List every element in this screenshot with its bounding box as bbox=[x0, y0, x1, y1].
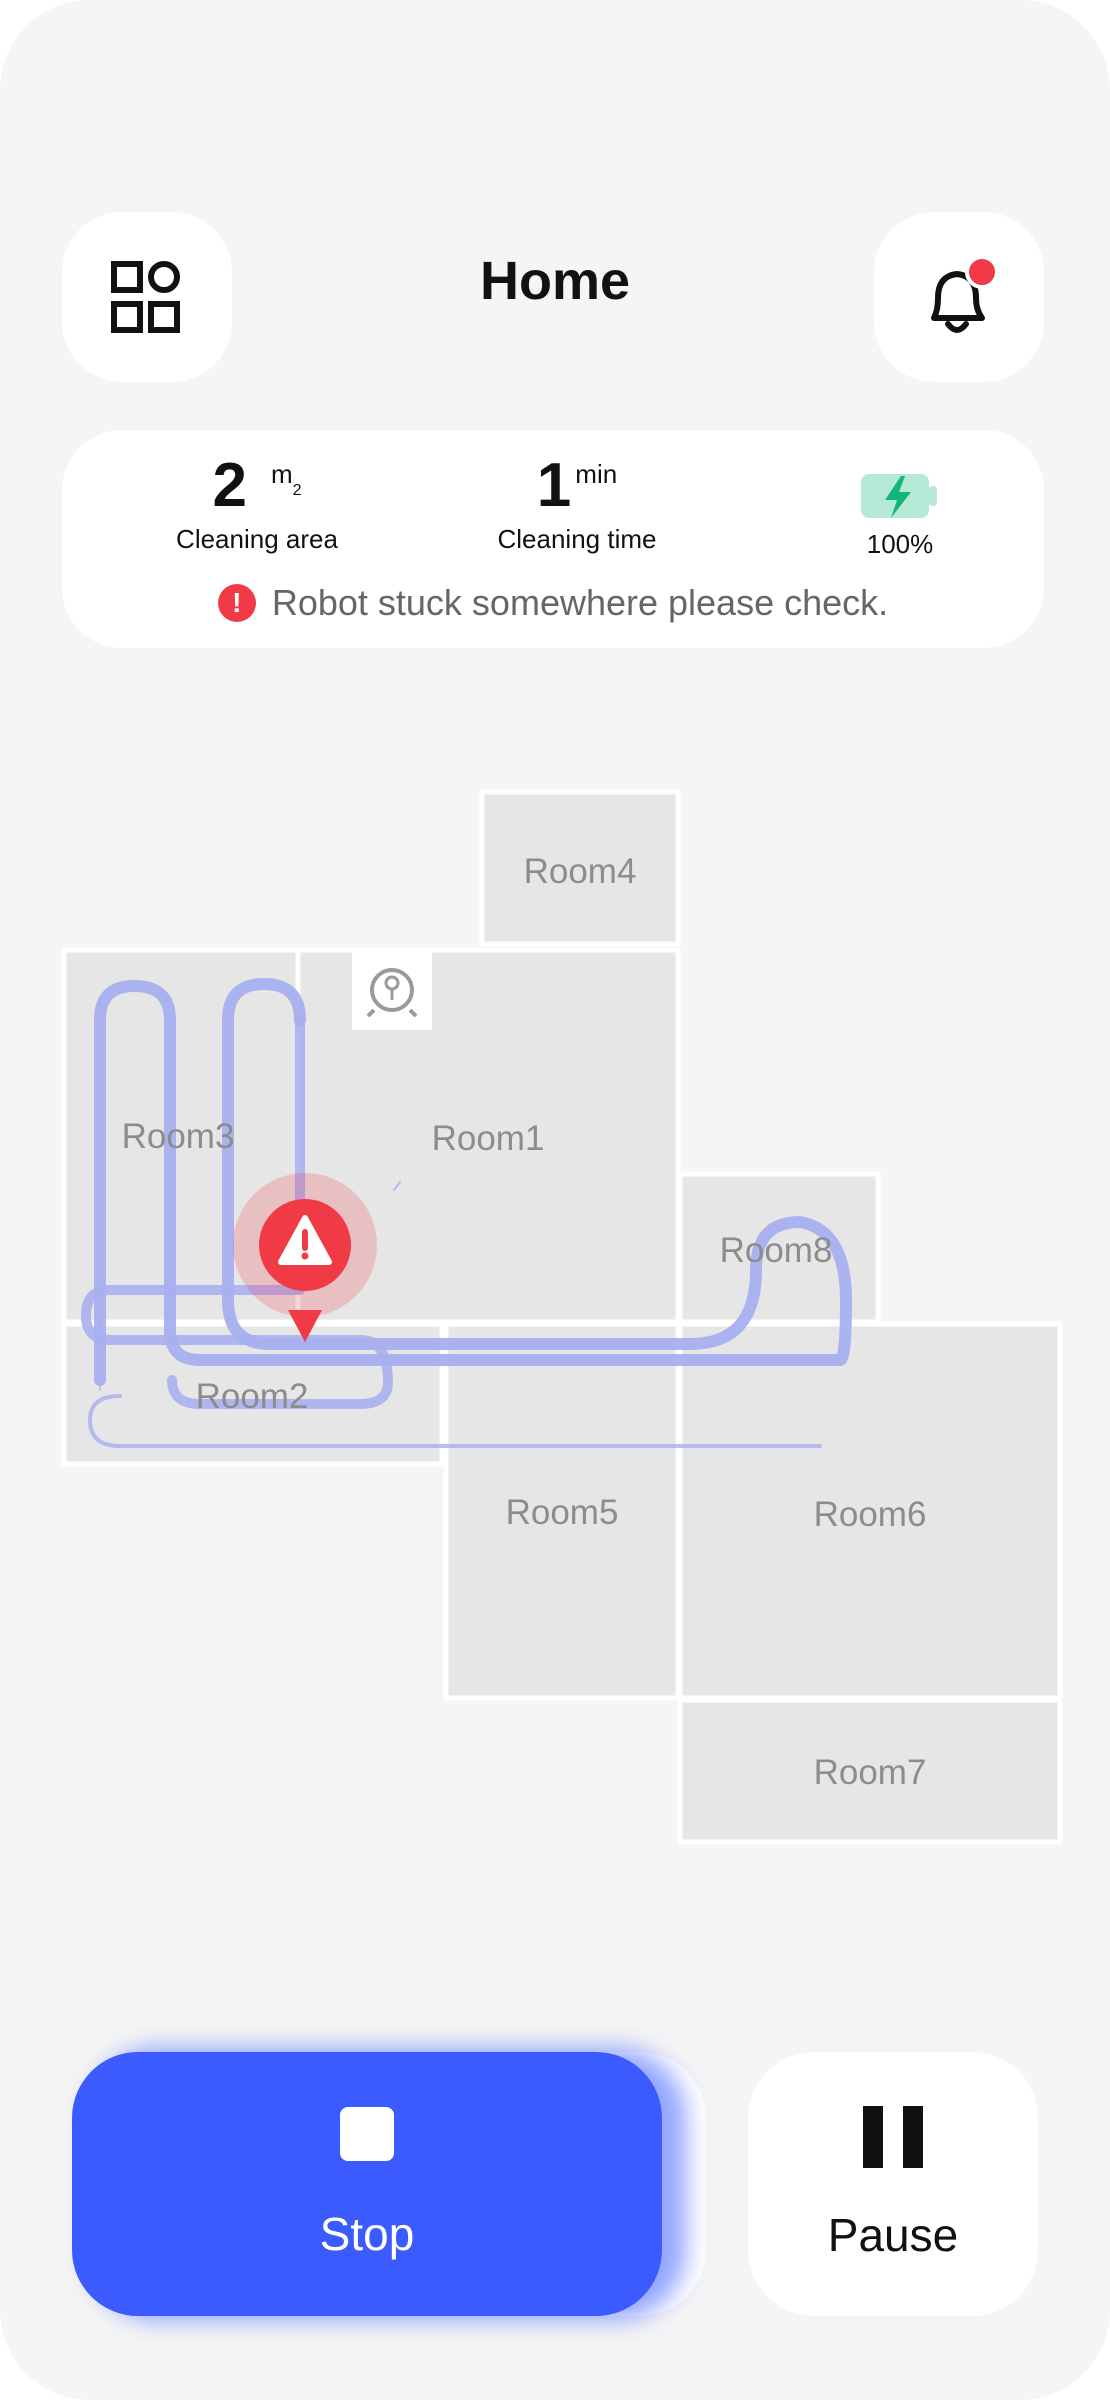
room-8-label: Room8 bbox=[720, 1231, 833, 1270]
screen: Home 2 m2 Cleaning area 1 min Cleaning tim… bbox=[0, 0, 1110, 2400]
pause-icon bbox=[863, 2106, 923, 2168]
room-7-label: Room7 bbox=[814, 1753, 927, 1792]
room-2-label: Room2 bbox=[196, 1377, 309, 1416]
stop-button[interactable]: Stop bbox=[72, 2052, 662, 2316]
room-6-label: Room6 bbox=[814, 1495, 927, 1534]
stop-label: Stop bbox=[319, 2208, 415, 2260]
room-5-label: Room5 bbox=[506, 1493, 619, 1532]
floor-map: Room4 Room3 Room1 Room8 Room2 Room5 Room… bbox=[61, 789, 1063, 1845]
room-4-label: Room4 bbox=[524, 852, 637, 891]
room-1-label: Room1 bbox=[432, 1119, 545, 1158]
stop-icon bbox=[340, 2107, 394, 2161]
pause-label: Pause bbox=[827, 2209, 959, 2261]
pause-button[interactable]: Pause bbox=[748, 2052, 1038, 2316]
robot-dock-icon[interactable] bbox=[352, 950, 432, 1030]
room-3-label: Room3 bbox=[122, 1117, 235, 1156]
